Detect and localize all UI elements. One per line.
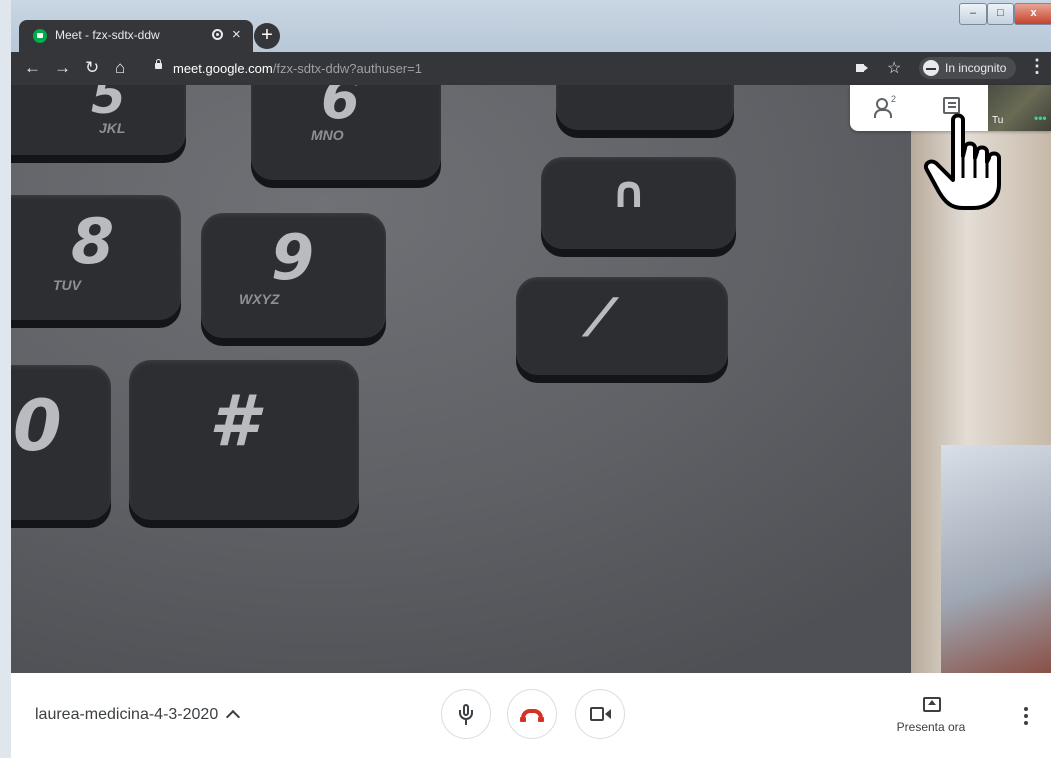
address-bar[interactable]: meet.google.com/fzx-sdtx-ddw?authuser=1	[173, 61, 422, 76]
key-digit: #	[209, 380, 258, 462]
meet-bottom-bar: laurea-medicina-4-3-2020 Presenta ora	[11, 673, 1051, 758]
key-letters: WXYZ	[239, 291, 280, 307]
maximize-button[interactable]: □	[987, 3, 1014, 25]
mute-symbol-icon: ⁄	[596, 289, 605, 349]
microphone-button[interactable]	[441, 689, 491, 739]
forward-arrow-icon[interactable]: →	[54, 58, 71, 78]
key-digit: 5	[91, 85, 126, 125]
recording-indicator-icon	[212, 29, 223, 40]
phone-key-6: 6 MNO	[251, 85, 441, 180]
bookmark-star-icon[interactable]: ☆	[887, 58, 901, 78]
self-view-menu-icon[interactable]: •••	[1034, 111, 1047, 125]
hand-cursor-icon	[924, 113, 1001, 210]
key-digit: 0	[13, 385, 62, 467]
url-host: meet.google.com	[173, 61, 273, 76]
key-digit: 6	[321, 85, 360, 132]
url-path: /fzx-sdtx-ddw?authuser=1	[272, 61, 422, 76]
tab-close-icon[interactable]: ×	[232, 26, 241, 43]
reload-icon[interactable]: ↻	[85, 58, 99, 78]
phone-key-hash: #	[129, 360, 359, 520]
phone-key-speaker	[556, 85, 734, 130]
back-arrow-icon[interactable]: ←	[24, 58, 41, 78]
tab-strip: Meet - fzx-sdtx-ddw × + – □ x	[11, 0, 1051, 52]
lock-icon[interactable]	[155, 59, 162, 69]
phone-key-headset: ∩	[541, 157, 736, 249]
present-label: Presenta ora	[896, 720, 966, 734]
incognito-badge[interactable]: In incognito	[919, 57, 1017, 79]
incognito-icon	[923, 59, 939, 76]
minimize-button[interactable]: –	[959, 3, 987, 25]
microphone-stand	[459, 710, 473, 720]
hangup-icon	[520, 709, 544, 722]
phone-key-9: 9 WXYZ	[201, 213, 386, 338]
camera-lens	[605, 709, 611, 719]
meeting-name: laurea-medicina-4-3-2020	[35, 706, 219, 723]
close-window-button[interactable]: x	[1014, 3, 1051, 25]
chevron-up-icon	[226, 709, 241, 725]
more-vert-icon[interactable]	[1024, 707, 1028, 725]
microphone-stem	[465, 720, 467, 725]
headset-symbol-icon: ∩	[611, 167, 647, 218]
dot	[1024, 714, 1028, 718]
phone-key-5: 5 JKL	[11, 85, 186, 155]
camera-icon	[590, 707, 604, 721]
hangup-button[interactable]	[507, 689, 557, 739]
dot	[1024, 707, 1028, 711]
tab-title: Meet - fzx-sdtx-ddw	[55, 28, 160, 42]
browser-toolbar: ← → ↻ ⌂ meet.google.com/fzx-sdtx-ddw?aut…	[11, 52, 1051, 85]
key-letters: JKL	[99, 120, 126, 136]
camera-in-use-icon[interactable]	[856, 64, 868, 72]
main-video-feed: 5 JKL 6 MNO 8 TUV 9 WXYZ 0 # ∩ ⁄	[11, 85, 1051, 673]
meet-favicon-icon	[33, 29, 47, 43]
dot	[1024, 721, 1028, 725]
participants-body	[874, 109, 892, 118]
present-now-button[interactable]: Presenta ora	[886, 695, 976, 735]
browser-tab[interactable]: Meet - fzx-sdtx-ddw ×	[19, 20, 253, 52]
key-letters: MNO	[311, 127, 344, 143]
phone-key-0: 0	[11, 365, 111, 520]
key-digit: 8	[71, 205, 115, 278]
phone-key-8: 8 TUV	[11, 195, 181, 320]
key-digit: 9	[271, 221, 315, 294]
participants-count: 2	[891, 94, 897, 104]
new-tab-button[interactable]: +	[254, 23, 280, 49]
home-icon[interactable]: ⌂	[115, 58, 125, 78]
browser-menu-icon[interactable]: ⋮	[1028, 56, 1046, 77]
browser-window: Meet - fzx-sdtx-ddw × + – □ x ← → ↻ ⌂ me…	[11, 0, 1051, 758]
present-arrow	[928, 700, 936, 705]
phone-key-mute: ⁄	[516, 277, 728, 375]
incognito-label: In incognito	[945, 61, 1007, 75]
key-letters: TUV	[53, 277, 81, 293]
meeting-details[interactable]: laurea-medicina-4-3-2020	[35, 706, 241, 725]
camera-button[interactable]	[575, 689, 625, 739]
